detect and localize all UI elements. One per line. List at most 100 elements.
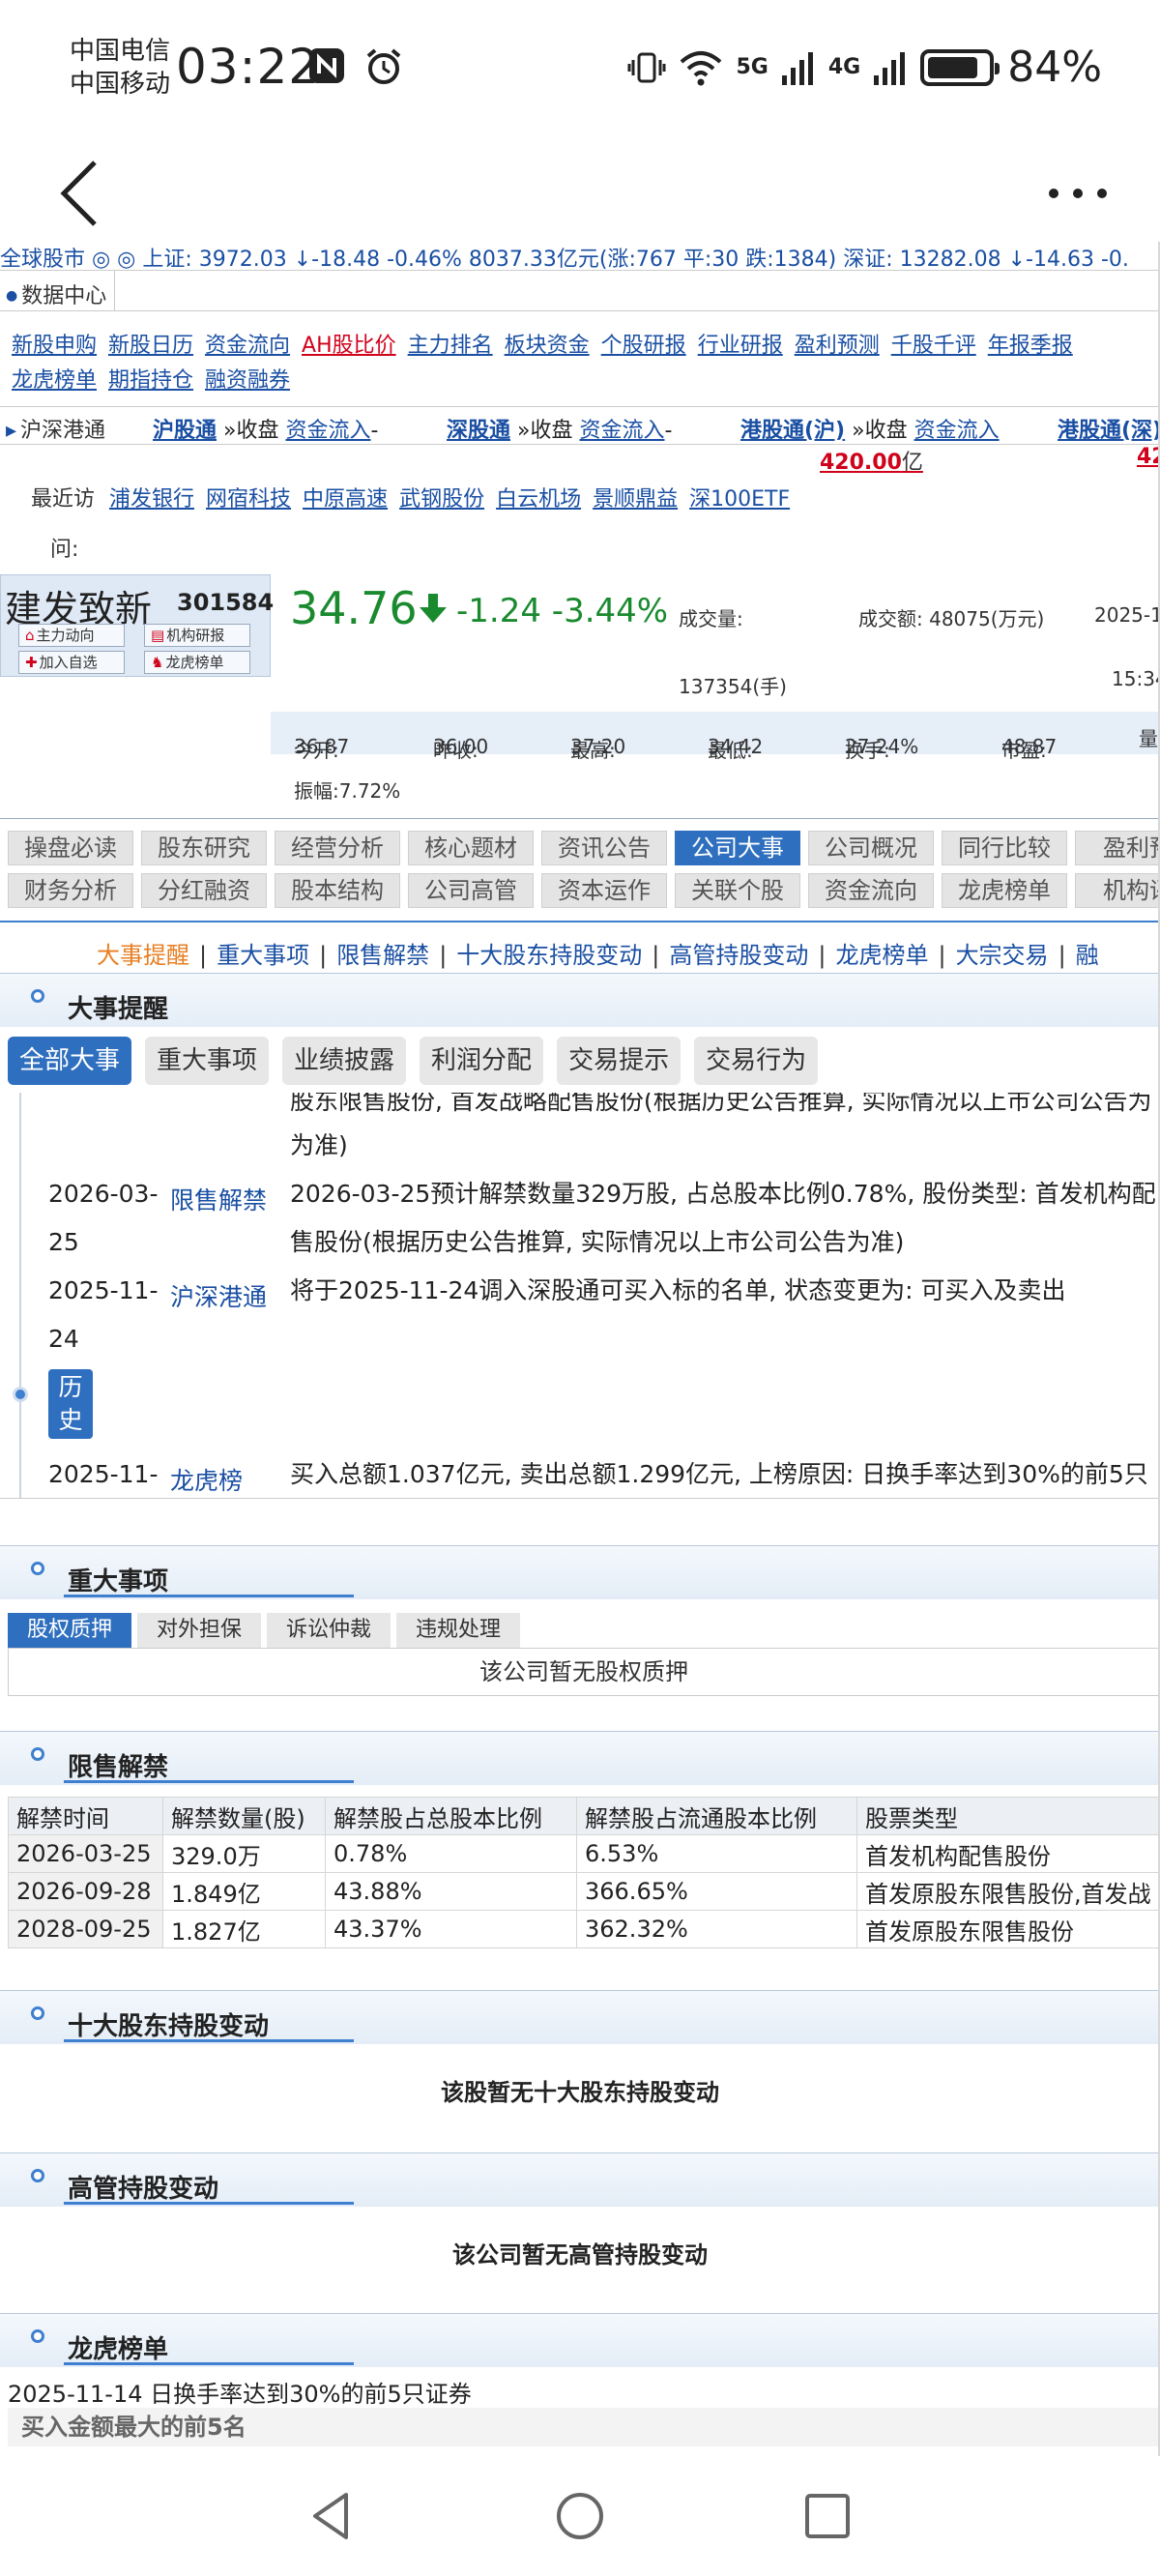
recent-visit-link[interactable]: 白云机场 [496,487,581,512]
hk-connect-item-1[interactable]: 沪股通 »收盘 资金流入- [153,413,378,444]
tab-2-2[interactable]: 分红融资 [141,873,267,908]
dragon-tiger-button[interactable]: ♞ 龙虎榜单 [144,651,250,674]
tab-2-3[interactable]: 股本结构 [275,873,400,908]
alarm-icon [366,48,401,84]
tab-1-5[interactable]: 资讯公告 [541,831,667,865]
event-text: 买入总额1.037亿元, 卖出总额1.299亿元, 上榜原因: 日换手率达到30… [290,1460,1148,1488]
nav-home-icon[interactable] [551,2487,609,2545]
tab-1-1[interactable]: 操盘必读 [8,831,133,865]
tab-1-2[interactable]: 股东研究 [141,831,267,865]
section-underline [64,2362,354,2365]
tab-1-4[interactable]: 核心题材 [408,831,534,865]
hk-connect-item-2[interactable]: 深股通 »收盘 资金流入- [447,413,672,444]
subnav-link[interactable]: 高管持股变动 [669,942,808,969]
subnav-link[interactable]: 融 [1076,942,1099,969]
arrow-down-icon [420,594,447,623]
event-date: 2026-03- [48,1180,159,1208]
event-filter-button[interactable]: 全部大事 [8,1037,132,1085]
web-content[interactable]: 全球股市 ◎ ◎ 上证: 3972.03 ↓-18.48 -0.46% 8037… [0,242,1160,2456]
hk-connect-amount-2[interactable]: 42 [1137,445,1160,469]
hk-connect-item-3[interactable]: 港股通(沪) »收盘 资金流入 [740,413,1000,444]
subnav-link[interactable]: 重大事项 [217,942,309,969]
nav-link[interactable]: 盈利预测 [795,334,880,358]
nav-link[interactable]: 主力排名 [408,334,493,358]
tab-1-8[interactable]: 同行比较 [942,831,1067,865]
event-type-link[interactable]: 限售解禁 [170,1182,267,1216]
major-tab[interactable]: 对外担保 [137,1613,262,1648]
app-header [0,145,1160,242]
subnav-divider: | [199,942,208,969]
hk-connect-item-4[interactable]: 港股通(深) [1058,413,1160,444]
tab-2-7[interactable]: 资金流向 [808,873,934,908]
event-type-link[interactable]: 龙虎榜 [170,1462,243,1497]
tab-1-6[interactable]: 公司大事 [675,831,800,865]
institution-report-button[interactable]: ▤ 机构研报 [144,624,250,647]
section-restricted-title: 限售解禁 [68,1753,169,1782]
recent-visit-link[interactable]: 中原高速 [303,487,388,512]
nav-link[interactable]: 个股研报 [601,334,686,358]
recent-visit-link[interactable]: 深100ETF [689,487,790,512]
event-filter-button[interactable]: 交易提示 [557,1037,682,1085]
table-header-cell: 解禁时间 [8,1797,163,1835]
tab-2-5[interactable]: 资本运作 [541,873,667,908]
back-icon[interactable] [52,157,110,230]
subnav-link[interactable]: 限售解禁 [336,942,429,969]
major-tab[interactable]: 股权质押 [8,1613,132,1648]
recent-visit-link[interactable]: 武钢股份 [399,487,484,512]
market-ticker[interactable]: 全球股市 ◎ ◎ 上证: 3972.03 ↓-18.48 -0.46% 8037… [0,242,1160,271]
nav-link[interactable]: 行业研报 [698,334,783,358]
tab-2-8[interactable]: 龙虎榜单 [942,873,1067,908]
event-filter-button[interactable]: 交易行为 [694,1037,819,1085]
event-timeline[interactable]: 股东限售股份, 首发战略配售股份(根据历史公告推算, 实际情况以上市公司公告为 … [0,1093,1160,1499]
nav-link[interactable]: 资金流向 [205,334,290,358]
subnav-link[interactable]: 龙虎榜单 [835,942,928,969]
event-filter-button[interactable]: 利润分配 [420,1037,544,1085]
section-lhb-header: 龙虎榜单 [0,2313,1160,2367]
exec-empty-message: 该公司暂无高管持股变动 [452,2241,708,2269]
tab-1-9[interactable]: 盈利预 [1075,831,1160,865]
major-tab[interactable]: 违规处理 [396,1613,521,1648]
table-header-cell: 解禁股占流通股本比例 [576,1797,857,1835]
recent-visit-link[interactable]: 网宿科技 [206,487,291,512]
nav-link[interactable]: 千股千评 [891,334,976,358]
tab-2-4[interactable]: 公司高管 [408,873,534,908]
history-badge[interactable]: 历史 [48,1369,93,1439]
subnav-link[interactable]: 十大股东持股变动 [456,942,642,969]
nav-link[interactable]: AH股比价 [302,334,396,358]
market-ticker-text: 全球股市 ◎ ◎ 上证: 3972.03 ↓-18.48 -0.46% 8037… [0,248,1129,271]
event-filter-button[interactable]: 业绩披露 [282,1037,407,1085]
nav-link[interactable]: 融资融券 [205,368,290,393]
event-filters: 全部大事 重大事项 业绩披露 利润分配 交易提示 交易行为 [8,1037,819,1085]
vibrate-icon [627,52,666,82]
recent-visit-link[interactable]: 浦发银行 [109,487,194,512]
nav-link[interactable]: 期指持仓 [108,368,193,393]
nav-back-icon[interactable] [304,2487,362,2545]
tab-2-6[interactable]: 关联个股 [675,873,800,908]
tab-1-3[interactable]: 经营分析 [275,831,400,865]
hk-connect-amount-1[interactable]: 420.00亿 [820,445,923,476]
event-type-link[interactable]: 沪深港通 [170,1278,267,1313]
add-watchlist-button[interactable]: ✚ 加入自选 [18,651,125,674]
nav-link[interactable]: 年报季报 [988,334,1073,358]
section-events-title: 大事提醒 [68,995,169,1024]
table-cell: 6.53% [576,1834,857,1873]
tab-2-1[interactable]: 财务分析 [8,873,133,908]
more-options-icon[interactable] [1046,174,1110,213]
main-force-button[interactable]: ⌂ 主力动向 [18,624,125,647]
subnav-divider: | [818,942,826,969]
nav-link[interactable]: 新股日历 [108,334,193,358]
subnav-link[interactable]: 大宗交易 [956,942,1049,969]
data-center-row: 数据中心 [0,271,1160,311]
recent-visit-link[interactable]: 景顺鼎益 [593,487,678,512]
tab-2-9[interactable]: 机构评 [1075,873,1160,908]
nav-link[interactable]: 板块资金 [505,334,590,358]
subnav-link[interactable]: 大事提醒 [97,942,189,969]
major-tab[interactable]: 诉讼仲裁 [267,1613,392,1648]
nav-recents-icon[interactable] [798,2487,856,2545]
event-filter-button[interactable]: 重大事项 [145,1037,270,1085]
nav-link[interactable]: 新股申购 [12,334,97,358]
event-date-2: 25 [48,1228,79,1256]
tab-1-7[interactable]: 公司概况 [808,831,934,865]
nav-link[interactable]: 龙虎榜单 [12,368,97,393]
subnav-divider: | [1058,942,1066,969]
